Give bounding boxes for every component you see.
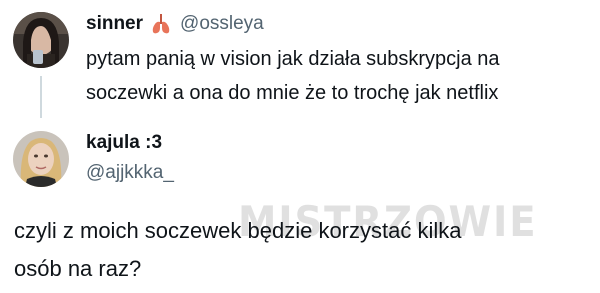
tweet2-display-name[interactable]: kajula :3 — [86, 130, 162, 156]
tweet1-text: pytam panią w vision jak działa subskryp… — [86, 42, 596, 110]
tweet2-text: czyli z moich soczewek będzie korzystać … — [14, 212, 594, 288]
tweet2-text-line2: osób na raz? — [14, 256, 142, 281]
tweet2-handle[interactable]: @ajjkkka_ — [86, 160, 174, 186]
tweet-thread-screenshot: sinner @ossleya pytam panią w vision jak… — [0, 0, 600, 293]
thread-connector-line — [40, 76, 42, 118]
avatar-kajula[interactable] — [13, 131, 69, 187]
tweet1-handle[interactable]: @ossleya — [180, 13, 264, 35]
lungs-icon — [150, 13, 172, 35]
avatar-sinner[interactable] — [13, 12, 69, 68]
tweet2-text-line1: czyli z moich soczewek będzie korzystać … — [14, 218, 462, 243]
tweet1-text-line2: soczewki a ona do mnie że to trochę jak … — [86, 82, 499, 104]
tweet1-display-name[interactable]: sinner — [86, 13, 143, 35]
tweet1-text-line1: pytam panią w vision jak działa subskryp… — [86, 48, 500, 70]
tweet1-header: sinner @ossleya — [86, 11, 264, 37]
